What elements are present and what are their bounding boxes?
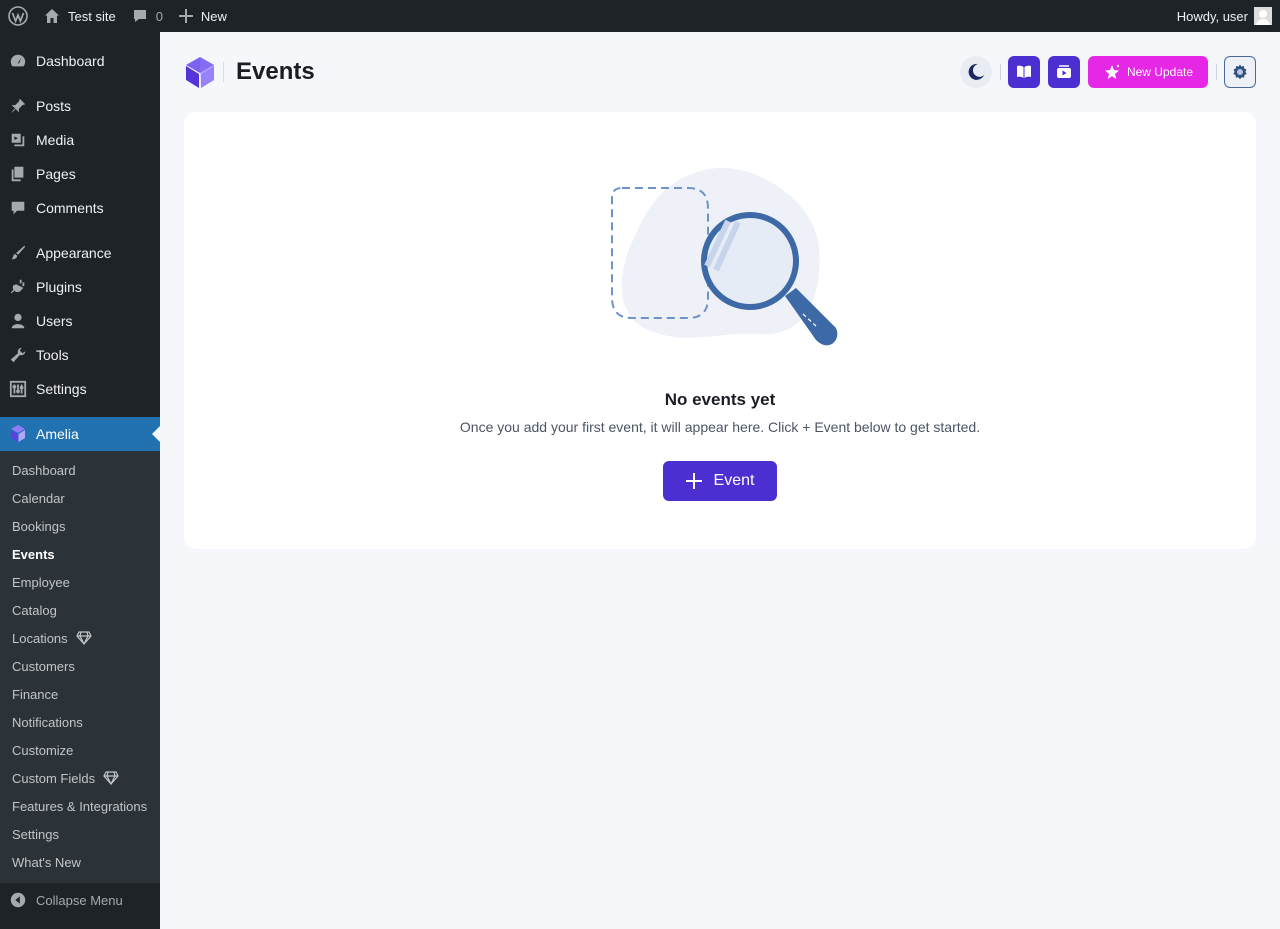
submenu-settings[interactable]: Settings bbox=[12, 820, 59, 848]
comment-icon bbox=[133, 10, 146, 22]
comments-count: 0 bbox=[155, 8, 163, 24]
account-menu[interactable]: Howdy, user bbox=[1169, 0, 1280, 32]
new-label: New bbox=[200, 8, 227, 24]
sidebar-item-plugins[interactable]: Plugins bbox=[0, 270, 160, 304]
plus-icon bbox=[685, 473, 702, 489]
avatar bbox=[1254, 7, 1272, 25]
wordpress-logo-icon[interactable] bbox=[0, 0, 36, 32]
submenu-events[interactable]: Events bbox=[12, 540, 55, 568]
comment-icon bbox=[0, 199, 36, 217]
sidebar-item-label: Amelia bbox=[36, 426, 79, 442]
sidebar-item-label: Tools bbox=[36, 347, 69, 363]
collapse-icon bbox=[0, 891, 36, 909]
media-icon bbox=[0, 131, 36, 149]
header-divider bbox=[1000, 64, 1001, 80]
wrench-icon bbox=[0, 346, 36, 364]
sidebar-item-label: Plugins bbox=[36, 279, 82, 295]
plus-icon bbox=[178, 9, 193, 23]
sparkle-star-icon bbox=[1104, 64, 1120, 79]
submenu-catalog[interactable]: Catalog bbox=[12, 596, 57, 624]
video-tutorials-button[interactable] bbox=[1048, 56, 1080, 88]
sidebar-item-amelia[interactable]: Amelia bbox=[0, 417, 160, 451]
submenu-features-integrations[interactable]: Features & Integrations bbox=[12, 792, 147, 820]
submenu-calendar[interactable]: Calendar bbox=[12, 484, 65, 512]
sidebar-item-label: Users bbox=[36, 313, 73, 329]
dashboard-icon bbox=[0, 52, 36, 70]
amelia-logo bbox=[184, 55, 216, 94]
admin-sidebar: Dashboard Posts Media Pages Comments App… bbox=[0, 32, 160, 929]
empty-state-title: No events yet bbox=[664, 390, 776, 409]
sidebar-item-label: Appearance bbox=[36, 245, 112, 261]
comments-link[interactable]: 0 bbox=[124, 0, 171, 32]
sidebar-item-media[interactable]: Media bbox=[0, 123, 160, 157]
settings-button[interactable] bbox=[1224, 56, 1256, 88]
pin-icon bbox=[0, 97, 36, 115]
admin-bar: Test site 0 New Howdy, user bbox=[0, 0, 1280, 32]
submenu-employee[interactable]: Employee bbox=[12, 568, 70, 596]
sidebar-item-settings[interactable]: Settings bbox=[0, 372, 160, 406]
submenu-custom-fields[interactable]: Custom Fields bbox=[12, 764, 119, 792]
events-empty-card: No events yet Once you add your first ev… bbox=[184, 112, 1256, 549]
sidebar-item-users[interactable]: Users bbox=[0, 304, 160, 338]
site-name: Test site bbox=[68, 8, 116, 24]
new-update-button[interactable]: New Update bbox=[1088, 56, 1208, 88]
submenu-bookings[interactable]: Bookings bbox=[12, 512, 65, 540]
sidebar-item-appearance[interactable]: Appearance bbox=[0, 236, 160, 270]
submenu-dashboard[interactable]: Dashboard bbox=[12, 456, 76, 484]
sidebar-item-posts[interactable]: Posts bbox=[0, 89, 160, 123]
sidebar-item-label: Pages bbox=[36, 166, 76, 182]
collapse-menu-button[interactable]: Collapse Menu bbox=[0, 883, 160, 917]
sidebar-item-label: Media bbox=[36, 132, 75, 148]
title-divider bbox=[223, 62, 224, 82]
moon-icon bbox=[968, 63, 984, 80]
diamond-icon bbox=[75, 631, 92, 645]
video-icon bbox=[1057, 65, 1071, 78]
amelia-icon bbox=[0, 424, 36, 444]
user-icon bbox=[0, 312, 36, 330]
site-name-link[interactable]: Test site bbox=[36, 0, 124, 32]
submenu-label: Custom Fields bbox=[12, 770, 96, 786]
submenu-locations[interactable]: Locations bbox=[12, 624, 92, 652]
pages-icon bbox=[0, 165, 36, 183]
dark-mode-toggle[interactable] bbox=[960, 56, 992, 88]
home-icon bbox=[45, 9, 59, 23]
greeting: Howdy, user bbox=[1176, 8, 1248, 24]
sidebar-item-pages[interactable]: Pages bbox=[0, 157, 160, 191]
gear-icon bbox=[1233, 64, 1247, 80]
documentation-button[interactable] bbox=[1008, 56, 1040, 88]
submenu-customers[interactable]: Customers bbox=[12, 652, 75, 680]
sliders-icon bbox=[0, 380, 36, 398]
sidebar-item-label: Dashboard bbox=[36, 53, 105, 69]
sidebar-item-dashboard[interactable]: Dashboard bbox=[0, 44, 160, 78]
new-content-link[interactable]: New bbox=[171, 0, 235, 32]
plug-icon bbox=[0, 278, 36, 296]
add-event-label: Event bbox=[713, 472, 755, 489]
header-divider bbox=[1216, 64, 1217, 80]
page-title: Events bbox=[236, 58, 315, 85]
diamond-icon bbox=[103, 771, 119, 785]
collapse-label: Collapse Menu bbox=[36, 892, 123, 908]
submenu-customize[interactable]: Customize bbox=[12, 736, 73, 764]
submenu-finance[interactable]: Finance bbox=[12, 680, 58, 708]
submenu-label: Locations bbox=[12, 630, 68, 646]
new-update-label: New Update bbox=[1126, 65, 1194, 79]
submenu-notifications[interactable]: Notifications bbox=[12, 708, 83, 736]
empty-state-description: Once you add your first event, it will a… bbox=[459, 419, 981, 435]
sidebar-item-label: Posts bbox=[36, 98, 72, 114]
brush-icon bbox=[0, 244, 36, 262]
sidebar-item-comments[interactable]: Comments bbox=[0, 191, 160, 225]
submenu-whats-new[interactable]: What's New bbox=[12, 848, 81, 876]
sidebar-item-label: Comments bbox=[36, 200, 104, 216]
add-event-button[interactable]: Event bbox=[663, 461, 777, 501]
sidebar-item-label: Settings bbox=[36, 381, 87, 397]
magnifier-illustration-icon bbox=[611, 167, 838, 346]
amelia-submenu: Dashboard Calendar Bookings Events Emplo… bbox=[0, 451, 160, 883]
book-icon bbox=[1017, 65, 1031, 78]
sidebar-item-tools[interactable]: Tools bbox=[0, 338, 160, 372]
